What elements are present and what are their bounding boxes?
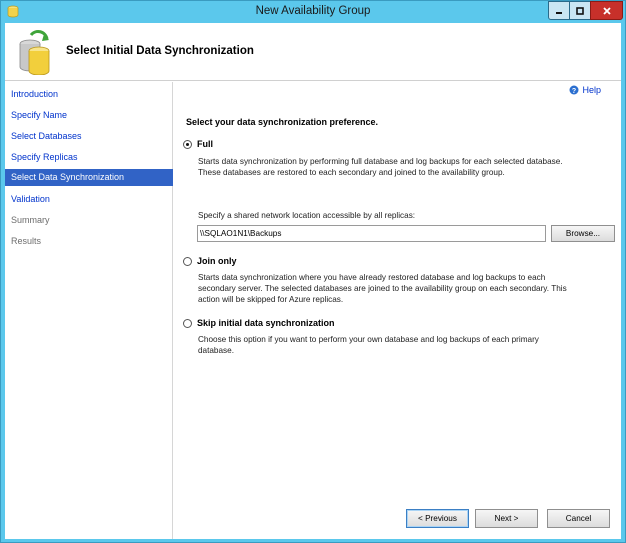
wizard-window: New Availability Group Select Initial Da… — [0, 0, 626, 543]
nav-item-summary: Summary — [11, 215, 50, 225]
description-line: Choose this option if you want to perfor… — [198, 335, 539, 344]
nav-item-introduction[interactable]: Introduction — [5, 86, 173, 103]
option-skip-description: Choose this option if you want to perfor… — [198, 334, 618, 356]
description-line: secondary server. The selected databases… — [198, 284, 567, 293]
help-label[interactable]: Help — [582, 85, 601, 95]
sync-preference-prompt: Select your data synchronization prefere… — [186, 117, 379, 127]
nav-item-validation[interactable]: Validation — [5, 191, 173, 208]
option-full-description: Starts data synchronization by performin… — [198, 156, 618, 178]
option-skip[interactable]: Skip initial data synchronization — [183, 318, 335, 328]
share-path-input[interactable] — [197, 225, 546, 242]
minimize-icon — [556, 11, 562, 14]
database-sync-icon — [19, 30, 50, 75]
maximize-button[interactable] — [569, 1, 591, 20]
option-join-only-description: Starts data synchronization where you ha… — [198, 272, 618, 305]
nav-item-select-data-synchronization[interactable]: Select Data Synchronization — [5, 169, 173, 186]
radio-join-only[interactable] — [183, 256, 192, 266]
share-location-label: Specify a shared network location access… — [198, 211, 416, 220]
wizard-footer: < Previous Next > Cancel — [5, 501, 621, 539]
svg-text:?: ? — [572, 88, 576, 95]
wizard-header: Select Initial Data Synchronization — [5, 23, 621, 81]
description-line: Starts data synchronization by performin… — [198, 157, 563, 166]
nav-item-results: Results — [11, 236, 42, 246]
minimize-button[interactable] — [548, 1, 570, 20]
wizard-content: ? Help Select your data synchronization … — [174, 82, 621, 539]
maximize-icon — [576, 6, 584, 15]
description-line: action will be skipped for Azure replica… — [198, 295, 344, 304]
next-button[interactable]: Next > — [475, 509, 538, 528]
nav-item-specify-replicas[interactable]: Specify Replicas — [5, 149, 173, 166]
wizard-client-area: Select Initial Data Synchronization Intr… — [5, 23, 621, 539]
nav-item-select-databases[interactable]: Select Databases — [5, 128, 173, 145]
radio-skip[interactable] — [183, 318, 192, 328]
option-join-only[interactable]: Join only — [183, 256, 237, 266]
nav-item-specify-name[interactable]: Specify Name — [5, 107, 173, 124]
description-line: database. — [198, 346, 234, 355]
wizard-step-nav: Introduction Specify Name Select Databas… — [5, 82, 173, 539]
page-title: Select Initial Data Synchronization — [66, 45, 254, 57]
title-bar[interactable]: New Availability Group — [1, 1, 625, 23]
description-line: These databases are restored to each sec… — [198, 168, 505, 177]
help-icon: ? — [569, 85, 579, 95]
close-icon — [602, 6, 611, 15]
cancel-button[interactable]: Cancel — [547, 509, 610, 528]
help-link[interactable]: ? Help — [569, 85, 601, 95]
option-full-label[interactable]: Full — [197, 139, 213, 149]
description-line: Starts data synchronization where you ha… — [198, 273, 546, 282]
browse-button[interactable]: Browse... — [551, 225, 615, 242]
window-title: New Availability Group — [255, 5, 371, 17]
previous-button[interactable]: < Previous — [406, 509, 469, 528]
radio-full[interactable] — [183, 139, 192, 149]
option-join-only-label[interactable]: Join only — [197, 256, 237, 266]
close-button[interactable] — [590, 1, 623, 20]
option-skip-label[interactable]: Skip initial data synchronization — [197, 318, 335, 328]
option-full[interactable]: Full — [183, 139, 213, 149]
